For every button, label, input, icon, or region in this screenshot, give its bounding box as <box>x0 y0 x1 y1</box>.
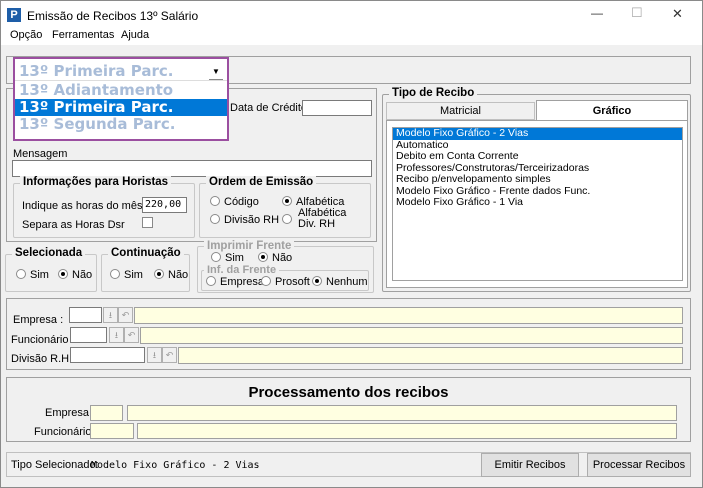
tipo-recibo-item[interactable]: Modelo Fixo Gráfico - 1 Via <box>393 196 682 209</box>
tab-content: Modelo Fixo Gráfico - 2 Vias Automatico De… <box>386 120 688 288</box>
combo-dropdown-list: 13º Adiantamento 13º Primeira Parc. 13º Se… <box>15 82 227 133</box>
selecionada-title: Selecionada <box>12 247 86 259</box>
tipo-recibo-item[interactable]: Debito em Conta Corrente <box>393 150 682 163</box>
chevron-down-icon[interactable]: ▼ <box>209 63 223 80</box>
data-credito-input[interactable] <box>302 100 372 116</box>
horistas-group: Informações para Horistas Indique as hor… <box>13 176 195 238</box>
funcionario-lookup-icon[interactable]: ⭳ <box>109 327 124 343</box>
frente-sim[interactable]: Sim <box>211 252 244 264</box>
empresa-code-input[interactable] <box>69 307 102 323</box>
ordem-alfabetica-div-label: Alfabética Div. RH <box>298 207 347 230</box>
app-icon: P <box>7 8 21 22</box>
tipo-recibo-item[interactable]: Recibo p/envelopamento simples <box>393 173 682 186</box>
title-bar: P Emissão de Recibos 13º Salário — ☐ ✕ <box>1 1 702 29</box>
ordem-group: Ordem de Emissão Código Alfabética Divis… <box>199 176 371 238</box>
mensagem-label: Mensagem <box>13 148 68 160</box>
divisao-label: Divisão R.H.: <box>11 353 76 365</box>
proc-funcionario-label: Funcionário: <box>34 426 95 438</box>
funcionario-label: Funcionário : <box>11 334 75 346</box>
funcionario-undo-icon[interactable]: ↶ <box>124 327 139 343</box>
tab-grafico[interactable]: Gráfico <box>536 100 688 121</box>
inf-frente-group: Inf. da Frente Empresa Prosoft Nenhum <box>201 264 369 291</box>
tipo-recibo-title: Tipo de Recibo <box>389 87 478 99</box>
menu-bar: Opção Ferramentas Ajuda <box>1 29 702 45</box>
tab-matricial[interactable]: Matricial <box>386 102 535 120</box>
continuacao-group: Continuação Sim Não <box>101 247 190 292</box>
ordem-divisao[interactable]: Divisão RH <box>210 214 279 226</box>
filters-panel: Empresa : ⭳ ↶ Funcionário : ⭳ ↶ Divisão … <box>6 298 691 370</box>
tipo-recibo-group: Tipo de Recibo Matricial Gráfico Modelo … <box>382 87 691 292</box>
selecionada-group: Selecionada Sim Não <box>5 247 97 292</box>
data-credito-label: Data de Crédito <box>230 102 308 114</box>
tipo-recibo-item[interactable]: Modelo Fixo Gráfico - 2 Vias <box>393 127 682 140</box>
imprimir-frente-group: Imprimir Frente Sim Não Inf. da Frente E… <box>197 240 374 293</box>
combo-option[interactable]: 13º Segunda Parc. <box>15 116 227 133</box>
tipo-13-combo[interactable]: 13º Primeira Parc. ▼ 13º Adiantamento 13º… <box>13 57 229 141</box>
tipo-recibo-list[interactable]: Modelo Fixo Gráfico - 2 Vias Automatico De… <box>392 127 683 281</box>
empresa-label: Empresa : <box>13 314 64 326</box>
proc-empresa-name <box>127 405 677 421</box>
dsr-label: Separa as Horas Dsr <box>22 219 125 231</box>
processamento-panel: Processamento dos recibos Empresa: Funci… <box>6 377 691 442</box>
combo-selected-value[interactable]: 13º Primeira Parc. <box>15 59 227 81</box>
inf-prosoft[interactable]: Prosoft <box>261 276 310 288</box>
horas-label: Indique as horas do mês <box>22 200 143 212</box>
combo-option[interactable]: 13º Adiantamento <box>15 82 227 99</box>
proc-empresa-code <box>90 405 123 421</box>
menu-opcao[interactable]: Opção <box>10 29 42 41</box>
selecionada-nao[interactable]: Não <box>58 269 92 281</box>
inf-frente-title: Inf. da Frente <box>204 264 280 276</box>
mensagem-input[interactable] <box>12 160 372 177</box>
continuacao-nao[interactable]: Não <box>154 269 188 281</box>
proc-empresa-label: Empresa: <box>45 407 93 419</box>
status-value: Modelo Fixo Gráfico - 2 Vias <box>91 460 260 471</box>
emitir-recibos-button[interactable]: Emitir Recibos <box>481 453 579 477</box>
ordem-codigo[interactable]: Código <box>210 196 259 208</box>
funcionario-code-input[interactable] <box>70 327 107 343</box>
main-window: P Emissão de Recibos 13º Salário — ☐ ✕ O… <box>0 0 703 488</box>
divisao-undo-icon[interactable]: ↶ <box>162 347 177 363</box>
empresa-lookup-icon[interactable]: ⭳ <box>103 307 118 323</box>
continuacao-sim[interactable]: Sim <box>110 269 143 281</box>
selecionada-sim[interactable]: Sim <box>16 269 49 281</box>
dsr-checkbox[interactable] <box>142 217 153 228</box>
window-title: Emissão de Recibos 13º Salário <box>27 9 199 23</box>
empresa-undo-icon[interactable]: ↶ <box>118 307 133 323</box>
frente-nao[interactable]: Não <box>258 252 292 264</box>
ordem-title: Ordem de Emissão <box>206 176 317 188</box>
continuacao-title: Continuação <box>108 247 184 259</box>
inf-empresa[interactable]: Empresa <box>206 276 264 288</box>
combo-option[interactable]: 13º Primeira Parc. <box>15 99 227 116</box>
processamento-title: Processamento dos recibos <box>248 384 449 401</box>
inf-nenhum[interactable]: Nenhum <box>312 276 368 288</box>
menu-ferramentas[interactable]: Ferramentas <box>52 29 114 41</box>
proc-funcionario-code <box>90 423 134 439</box>
divisao-name-field <box>178 347 683 364</box>
proc-funcionario-name <box>137 423 677 439</box>
ordem-alfabetica-div[interactable] <box>282 214 296 226</box>
funcionario-name-field <box>140 327 683 344</box>
menu-ajuda[interactable]: Ajuda <box>121 29 149 41</box>
horistas-title: Informações para Horistas <box>20 176 172 188</box>
imprimir-frente-title: Imprimir Frente <box>204 240 295 252</box>
close-button[interactable]: ✕ <box>672 6 683 22</box>
divisao-code-input[interactable] <box>70 347 145 363</box>
maximize-button[interactable]: ☐ <box>631 5 643 21</box>
divisao-lookup-icon[interactable]: ⭳ <box>147 347 162 363</box>
processar-recibos-button[interactable]: Processar Recibos <box>587 453 691 477</box>
empresa-name-field <box>134 307 683 324</box>
status-label: Tipo Selecionado: <box>11 459 99 471</box>
horas-input[interactable]: 220,00 <box>142 197 187 213</box>
minimize-button[interactable]: — <box>591 6 603 20</box>
